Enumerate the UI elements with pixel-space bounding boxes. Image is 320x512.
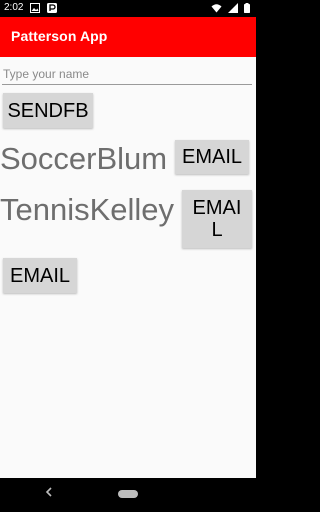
status-time: 2:02 (4, 2, 24, 13)
image-icon (30, 3, 40, 16)
status-bar: 2:02 (0, 0, 256, 17)
app-bar: Patterson App (0, 17, 256, 57)
app-title: Patterson App (11, 28, 108, 44)
row-label-tenniskelley: TennisKelley (0, 192, 175, 227)
status-icons-left (30, 3, 58, 16)
name-input[interactable] (2, 63, 252, 85)
sendfb-button[interactable]: SENDFB (3, 93, 93, 128)
home-pill-icon[interactable] (118, 490, 138, 498)
p-app-icon (47, 3, 58, 16)
wifi-icon (211, 3, 222, 16)
navigation-bar (0, 478, 256, 512)
email-button-tenniskelley[interactable]: EMAIL (182, 190, 252, 248)
back-icon[interactable] (44, 486, 54, 502)
signal-icon (227, 3, 238, 16)
main-content: SENDFB SoccerBlum EMAIL TennisKelley EMA… (0, 57, 256, 478)
email-button[interactable]: EMAIL (3, 258, 77, 293)
status-icons-right (211, 3, 250, 16)
email-button-soccerblum[interactable]: EMAIL (175, 140, 249, 174)
battery-icon (244, 3, 250, 16)
row-label-soccerblum: SoccerBlum (0, 141, 168, 176)
